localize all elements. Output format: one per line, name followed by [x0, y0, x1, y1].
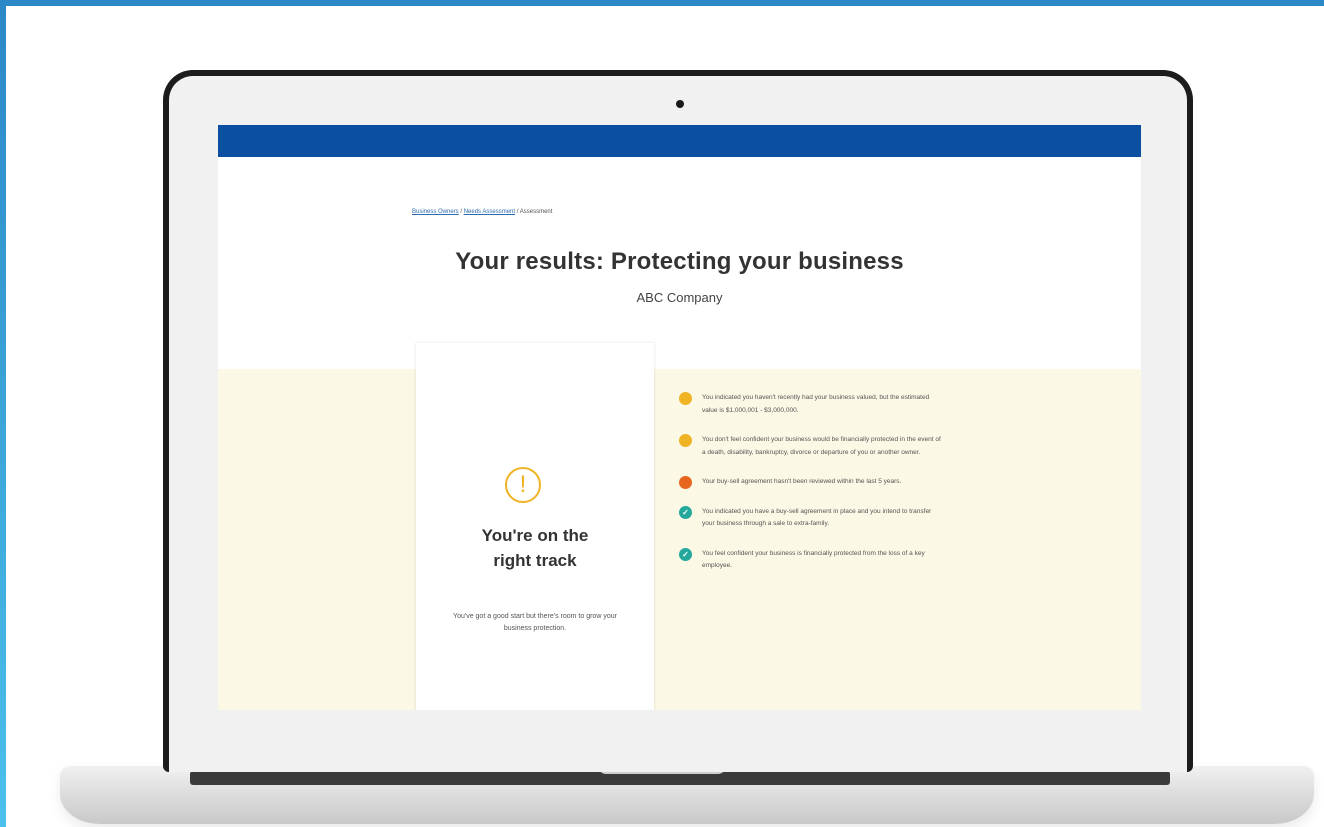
- laptop-screen: Business Owners / Needs Assessment / Ass…: [218, 125, 1141, 710]
- company-name: ABC Company: [636, 290, 723, 305]
- breadcrumb: Business Owners / Needs Assessment / Ass…: [412, 209, 552, 215]
- check-icon: ✓: [679, 505, 692, 519]
- finding-text: You feel confident your business is fina…: [702, 549, 925, 570]
- finding-item: Your buy-sell agreement hasn't been revi…: [679, 476, 941, 489]
- result-heading-line-1: You're on the: [481, 526, 589, 545]
- finding-item: ✓ You feel confident your business is fi…: [679, 547, 941, 573]
- breadcrumb-current: Assessment: [519, 209, 553, 215]
- warning-dot-icon: [679, 476, 692, 489]
- site-header-bar: [218, 125, 1141, 157]
- breadcrumb-separator: /: [460, 209, 463, 215]
- finding-item: ✓ You indicated you have a buy-sell agre…: [679, 505, 941, 531]
- finding-text: You indicated you haven't recently had y…: [702, 394, 930, 414]
- result-heading-line-2: right track: [493, 551, 577, 570]
- finding-item: You indicated you haven't recently had y…: [679, 392, 941, 417]
- result-summary-card: ! You're on the right track You've got a…: [416, 343, 654, 710]
- check-icon: ✓: [679, 547, 692, 561]
- findings-list: You indicated you haven't recently had y…: [679, 392, 941, 573]
- breadcrumb-link-business-owners[interactable]: Business Owners: [412, 209, 459, 215]
- webcam-icon: [676, 100, 684, 108]
- caution-dot-icon: [679, 392, 692, 405]
- result-description: You've got a good start but there's room…: [453, 613, 617, 632]
- frame-left-border: [0, 0, 6, 827]
- finding-text: You don't feel confident your business w…: [702, 436, 941, 456]
- finding-text: Your buy-sell agreement hasn't been revi…: [702, 478, 902, 485]
- finding-item: You don't feel confident your business w…: [679, 434, 941, 459]
- finding-text: You indicated you have a buy-sell agreem…: [702, 507, 932, 528]
- page-title: Your results: Protecting your business: [455, 248, 904, 275]
- result-heading: You're on the right track: [416, 523, 654, 573]
- breadcrumb-link-needs-assessment[interactable]: Needs Assessment: [464, 209, 515, 215]
- breadcrumb-separator: /: [516, 209, 519, 215]
- caution-dot-icon: [679, 434, 692, 447]
- frame-top-border: [0, 0, 1324, 6]
- exclamation-circle-icon: !: [505, 467, 541, 503]
